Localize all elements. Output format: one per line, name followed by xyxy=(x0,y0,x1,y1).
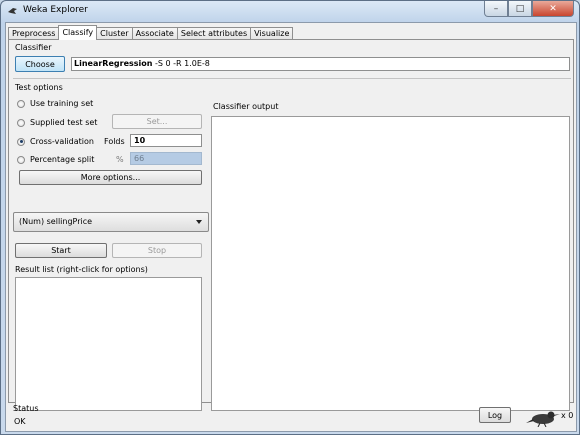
classifier-group-label: Classifier xyxy=(15,43,52,52)
classifier-output-area[interactable] xyxy=(211,116,570,411)
classifier-options: -S 0 -R 1.0E-8 xyxy=(155,59,210,68)
separator xyxy=(13,78,571,79)
classifier-output-label: Classifier output xyxy=(213,102,279,111)
supplied-test-set-radio[interactable] xyxy=(17,118,25,127)
maximize-button[interactable]: □ xyxy=(508,1,532,17)
percentage-split-option[interactable]: Percentage split xyxy=(17,155,94,164)
more-options-button[interactable]: More options... xyxy=(19,170,202,185)
cross-validation-label: Cross-validation xyxy=(30,137,94,146)
title-bar[interactable]: Weka Explorer – □ ✕ xyxy=(1,1,579,21)
cross-validation-radio[interactable] xyxy=(17,137,25,146)
use-training-set-label: Use training set xyxy=(30,99,94,108)
task-count: x 0 xyxy=(561,411,574,420)
classifier-name: LinearRegression xyxy=(74,59,153,68)
supplied-test-set-option[interactable]: Supplied test set xyxy=(17,118,97,127)
minimize-button[interactable]: – xyxy=(484,1,508,17)
weka-bird-icon xyxy=(526,411,560,427)
percentage-split-label: Percentage split xyxy=(30,155,95,164)
dropdown-arrow-icon xyxy=(196,220,202,224)
folds-input[interactable]: 10 xyxy=(130,134,202,147)
window-title: Weka Explorer xyxy=(23,5,88,15)
choose-button[interactable]: Choose xyxy=(15,56,65,72)
close-icon: ✕ xyxy=(549,3,557,14)
log-button[interactable]: Log xyxy=(479,407,511,423)
use-training-set-radio[interactable] xyxy=(17,99,25,108)
tab-bar: Preprocess Classify Cluster Associate Se… xyxy=(8,25,294,40)
percentage-split-radio[interactable] xyxy=(17,155,25,164)
start-button[interactable]: Start xyxy=(15,243,107,258)
percent-input[interactable]: 66 xyxy=(130,152,202,165)
set-button[interactable]: Set... xyxy=(112,114,202,129)
status-text: OK xyxy=(14,417,26,426)
tab-classify[interactable]: Classify xyxy=(58,25,98,40)
test-options-label: Test options xyxy=(15,83,63,92)
use-training-set-option[interactable]: Use training set xyxy=(17,99,93,108)
folds-label: Folds xyxy=(104,137,125,146)
class-attribute-value: (Num) sellingPrice xyxy=(19,217,93,226)
result-list-label: Result list (right-click for options) xyxy=(15,265,148,274)
classifier-config-field[interactable]: LinearRegression -S 0 -R 1.0E-8 xyxy=(71,57,570,71)
maximize-icon: □ xyxy=(515,3,525,14)
result-list-box[interactable] xyxy=(15,277,202,411)
client-area: Preprocess Classify Cluster Associate Se… xyxy=(5,22,577,432)
cross-validation-option[interactable]: Cross-validation xyxy=(17,137,94,146)
status-label: Status xyxy=(13,404,39,413)
weka-bird-icon xyxy=(8,8,17,14)
stop-button[interactable]: Stop xyxy=(112,243,202,258)
explorer-window: Weka Explorer – □ ✕ Preprocess Classify … xyxy=(0,0,580,435)
close-button[interactable]: ✕ xyxy=(532,1,574,17)
percent-label: % xyxy=(116,155,124,164)
class-attribute-select[interactable]: (Num) sellingPrice xyxy=(13,212,209,232)
classify-panel: Classifier Choose LinearRegression -S 0 … xyxy=(8,39,574,411)
supplied-test-set-label: Supplied test set xyxy=(30,118,98,127)
minimize-icon: – xyxy=(493,3,499,14)
